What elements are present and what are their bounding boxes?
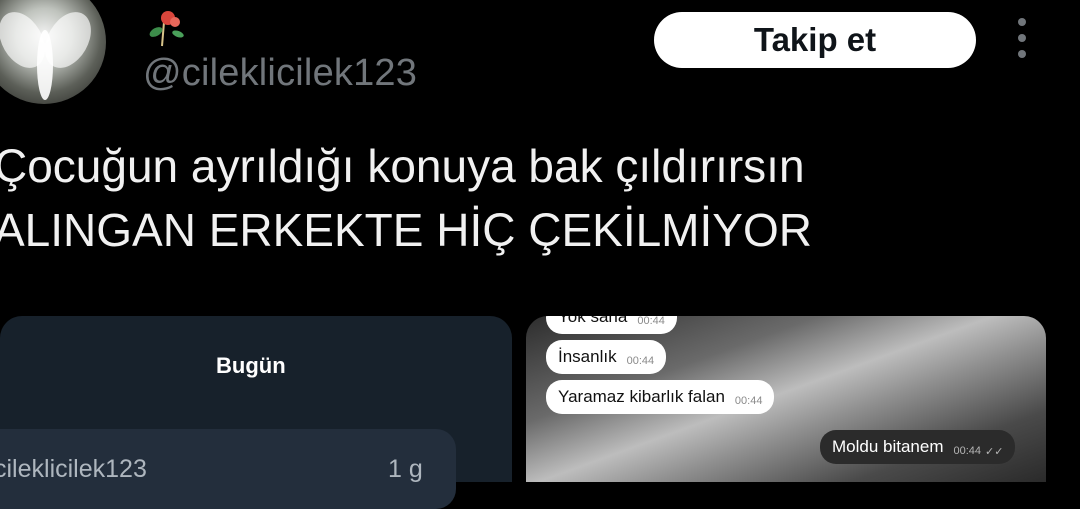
chat-message-text: İnsanlık — [558, 347, 617, 366]
chat-date-label: Bugün — [216, 353, 286, 378]
chat-message: Yok sana 00:44 — [546, 316, 677, 334]
more-options-icon[interactable] — [1012, 18, 1032, 58]
chat-message-text: Moldu bitanem — [832, 437, 944, 456]
chat-message-time: 00:44 — [637, 316, 665, 327]
chat-message-time: 00:44 — [953, 445, 982, 457]
user-handle[interactable]: @cileklicilek123 — [143, 52, 417, 95]
follow-button[interactable]: Takip et — [654, 12, 976, 68]
chat-message: İnsanlık 00:44 — [546, 340, 667, 374]
chat-list-name: cileklicilek123 — [0, 455, 147, 483]
chat-message: Yaramaz kibarlık falan 00:44 — [546, 380, 775, 414]
media-image-right[interactable]: Yok sana 00:44 İnsanlık 00:44 Yaramaz ki… — [526, 316, 1046, 482]
tweet-text: Çocuğun ayrıldığı konuya bak çıldırırsın… — [0, 140, 812, 256]
chat-message-outgoing: Moldu bitanem 00:44 ✓✓ — [820, 430, 1016, 464]
read-checkmark-icon: ✓✓ — [985, 445, 1004, 458]
chat-list-time: 1 g — [388, 455, 423, 483]
chat-message-text: Yok sana — [558, 316, 628, 326]
chat-message-time: 00:44 — [734, 395, 763, 407]
chat-message-time: 00:44 — [626, 355, 655, 367]
flower-emoji-icon — [149, 11, 184, 47]
profile-avatar[interactable] — [0, 0, 106, 104]
chat-message-text: Yaramaz kibarlık falan — [558, 387, 725, 406]
